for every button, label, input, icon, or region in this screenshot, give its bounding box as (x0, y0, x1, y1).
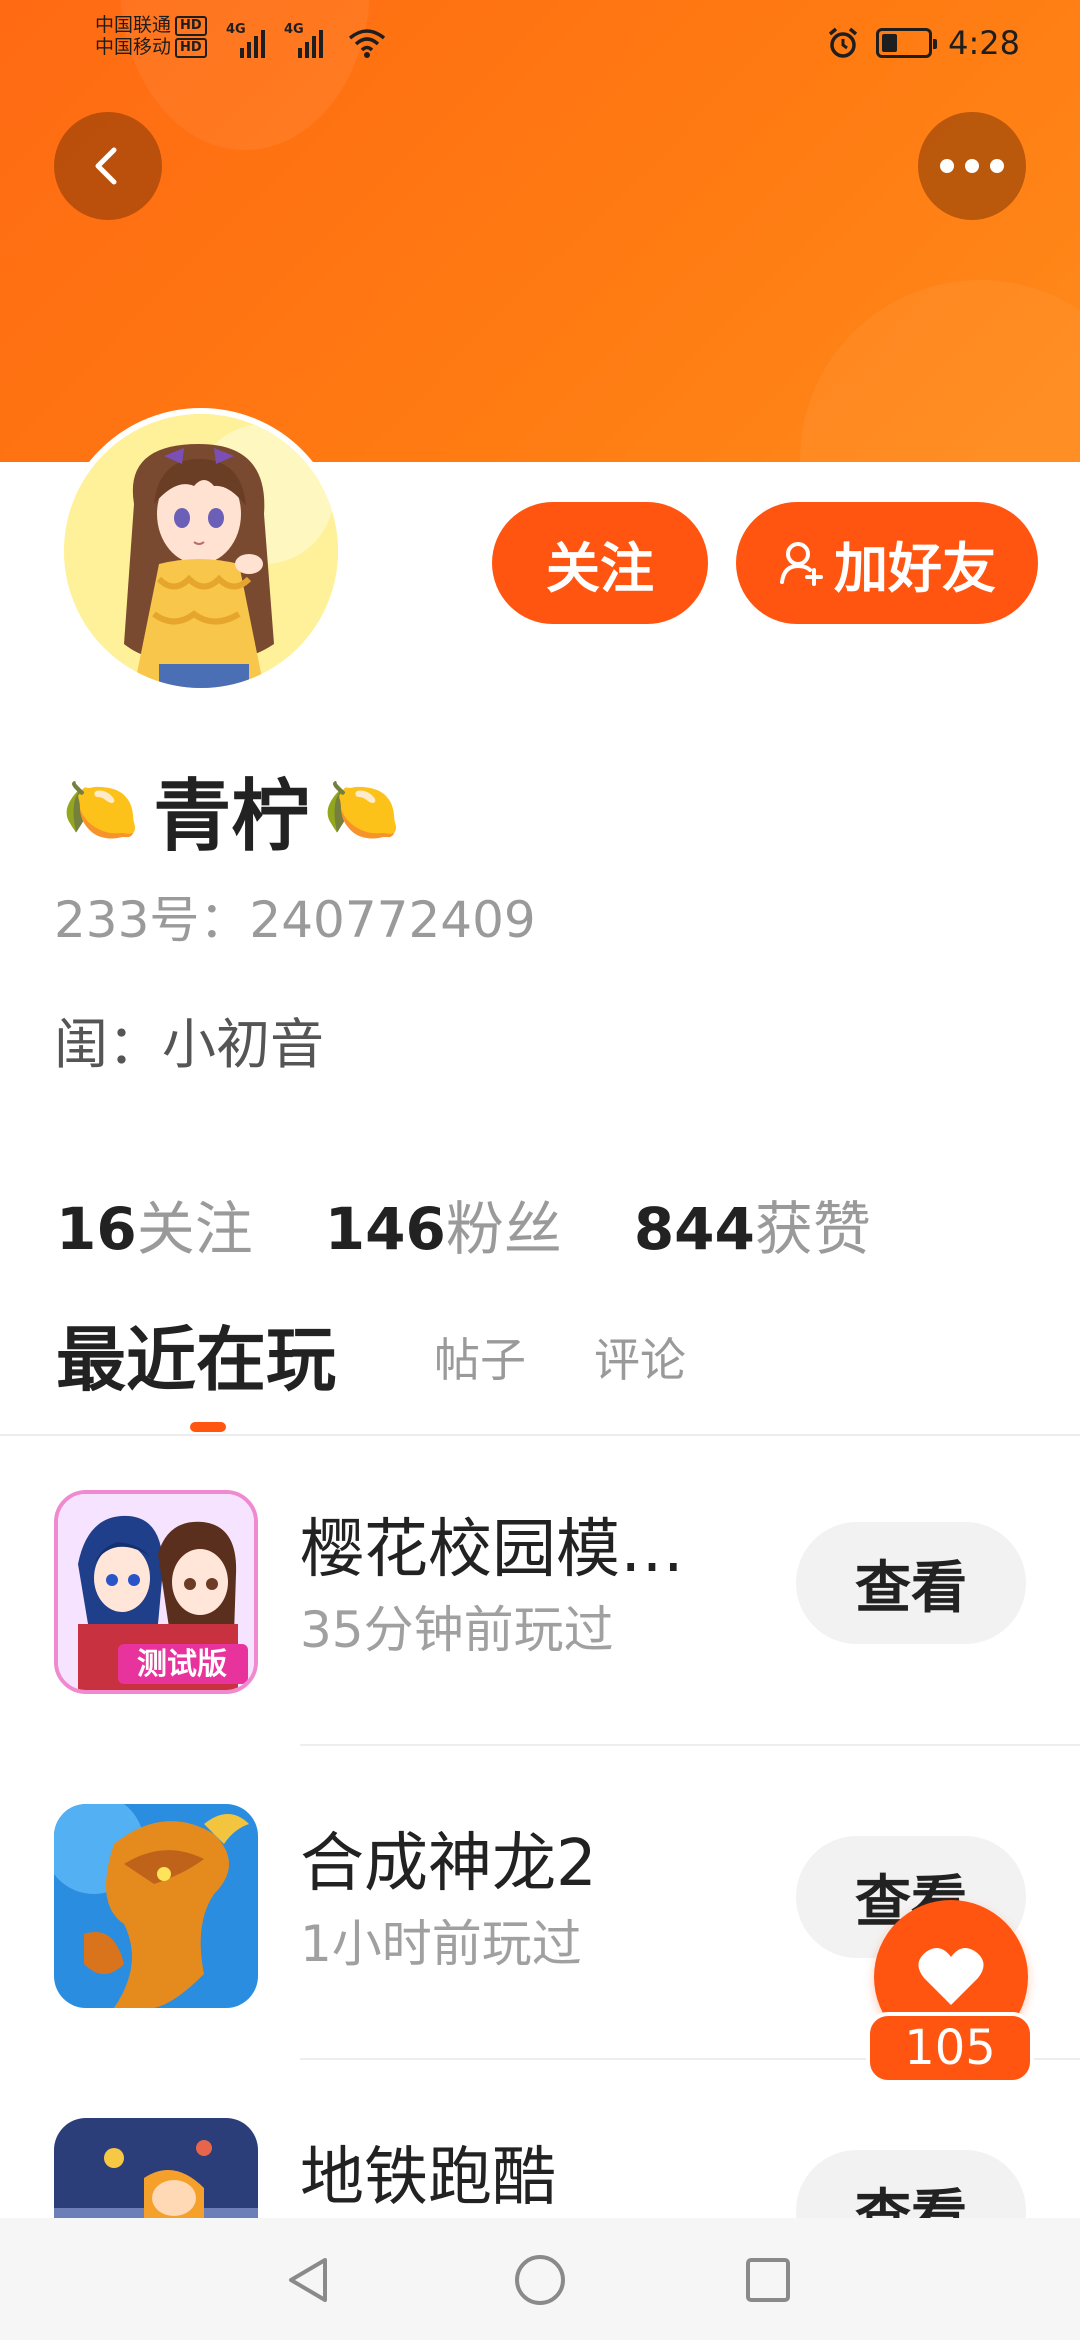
username: 青柠 (153, 772, 310, 862)
user-id: 233号：240772409 (54, 891, 536, 949)
divider (300, 1744, 1080, 1746)
more-button[interactable] (918, 112, 1026, 220)
carrier-2: 中国移动 (95, 36, 172, 58)
lemon-emoji: 🍋 (323, 773, 401, 846)
alarm-icon (829, 27, 858, 58)
header-decoration (800, 280, 1080, 462)
game-icon: 测试版 (54, 1490, 258, 1694)
recents-square-icon (746, 2258, 790, 2302)
hd-badge: HD (175, 16, 207, 36)
clock: 4:28 (948, 24, 1020, 62)
stat-fans[interactable]: 146粉丝 (325, 1182, 562, 1266)
like-count: 105 (866, 2012, 1034, 2084)
game-title: 地铁跑酷 (300, 2141, 556, 2215)
stat-label: 粉丝 (445, 1195, 562, 1263)
stat-label: 获赞 (754, 1195, 871, 1263)
stat-value: 146 (324, 1195, 446, 1263)
lemon-emoji: 🍋 (62, 773, 140, 846)
heart-icon (918, 1948, 984, 2005)
divider (0, 1434, 1080, 1436)
carrier-1: 中国联通 (95, 14, 172, 36)
list-item[interactable]: 测试版 樱花校园模… 35分钟前玩过 查看 (0, 1440, 1080, 1752)
tab-indicator (190, 1422, 226, 1432)
game-icon (54, 1804, 258, 2008)
battery-level (882, 34, 898, 52)
hd-badge: HD (175, 38, 207, 58)
game-icon-badge: 测试版 (137, 1647, 227, 1682)
back-triangle-icon (289, 2258, 327, 2302)
game-title: 合成神龙2 (300, 1827, 597, 1901)
profile-tabs: 最近在玩 帖子 评论 (56, 1310, 1036, 1432)
carrier-info: 中国联通 HD 中国移动 HD (95, 14, 207, 58)
tab-comments[interactable]: 评论 (594, 1330, 686, 1390)
avatar[interactable] (58, 408, 344, 694)
game-played-time: 35分钟前玩过 (300, 1601, 614, 1659)
status-bar: 中国联通 HD 中国移动 HD 4G 4G 4:28 (0, 0, 1080, 86)
user-relation: 闺：小初音 (54, 1013, 324, 1076)
back-button[interactable] (54, 112, 162, 220)
stats-row: 16关注 146粉丝 844获赞 (56, 1182, 871, 1266)
tab-posts[interactable]: 帖子 (434, 1330, 526, 1390)
game-played-time: 1小时前玩过 (300, 1915, 582, 1973)
stat-value: 16 (56, 1195, 137, 1263)
stat-following[interactable]: 16关注 (56, 1182, 253, 1266)
add-friend-label: 加好友 (834, 536, 996, 600)
game-title: 樱花校园模… (300, 1513, 684, 1587)
tab-recent-play[interactable]: 最近在玩 (56, 1310, 336, 1410)
nav-recents-button[interactable] (730, 2242, 806, 2318)
follow-label: 关注 (546, 536, 654, 600)
view-button[interactable]: 查看 (796, 1522, 1026, 1644)
system-navbar (0, 2218, 1080, 2340)
stat-value: 844 (633, 1195, 755, 1263)
follow-button[interactable]: 关注 (492, 502, 708, 624)
status-right: 4:28 (826, 18, 1020, 68)
battery-icon (876, 28, 938, 58)
wifi-icon (348, 29, 386, 58)
user-add-icon (780, 542, 823, 586)
stat-likes[interactable]: 844获赞 (634, 1182, 871, 1266)
home-circle-icon (515, 2255, 565, 2305)
stat-label: 关注 (136, 1195, 253, 1263)
nav-back-button[interactable] (270, 2242, 346, 2318)
nav-home-button[interactable] (502, 2242, 578, 2318)
more-horizontal-icon (940, 159, 1004, 173)
chevron-left-icon (95, 147, 117, 185)
add-friend-button[interactable]: 加好友 (736, 502, 1038, 624)
profile-header: 中国联通 HD 中国移动 HD 4G 4G 4:28 (0, 0, 1080, 462)
profile-name: 🍋 青柠 🍋 (62, 760, 401, 862)
